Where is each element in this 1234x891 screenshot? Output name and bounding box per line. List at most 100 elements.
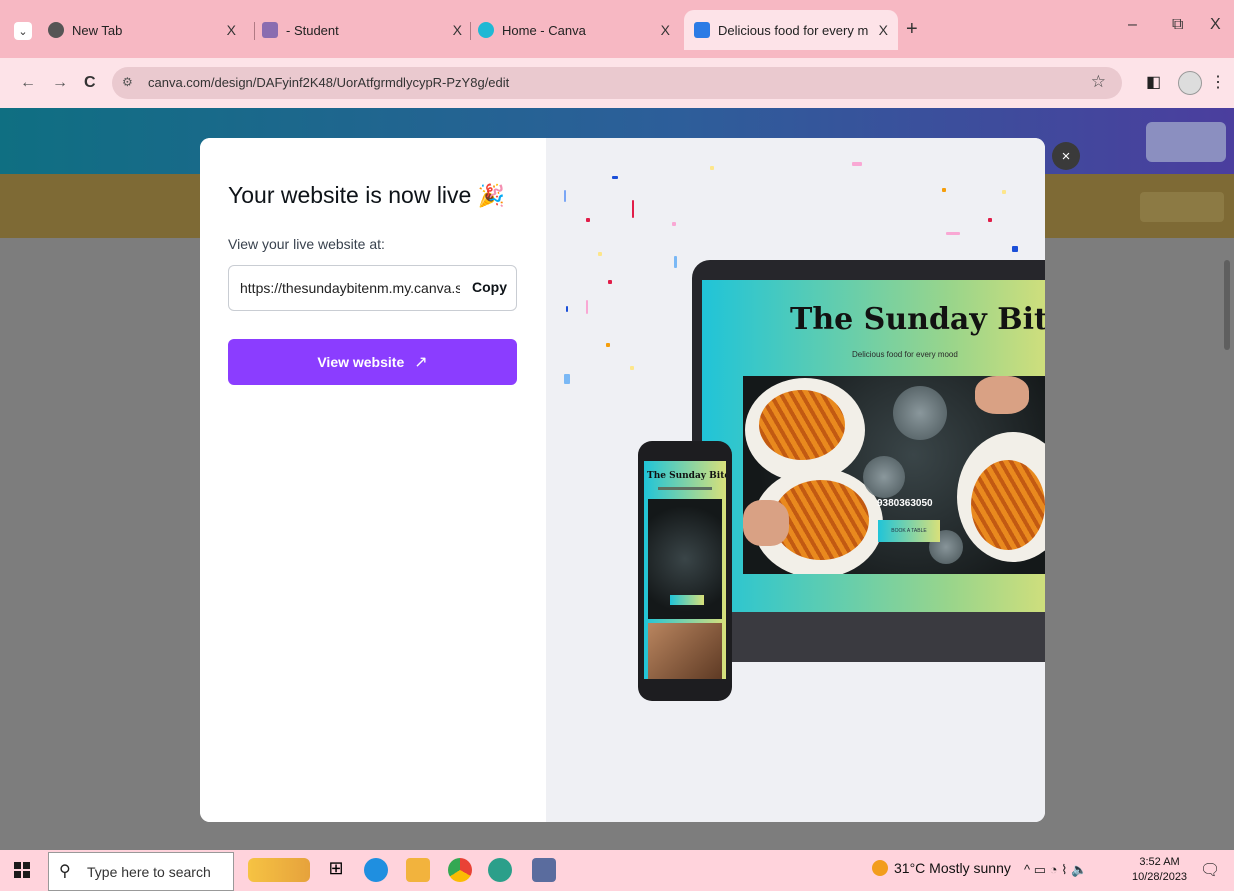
tab-strip: ⌄ New Tab X - Student X Home - Canva X D… <box>0 0 1234 58</box>
phone-number: 9380363050 <box>877 498 933 509</box>
dialog-info-panel: Your website is now live 🎉 View your liv… <box>200 138 546 822</box>
wifi-icon[interactable]: ⌇ <box>1061 862 1071 877</box>
chrome-icon[interactable] <box>448 858 472 882</box>
tab-delicious-food[interactable]: Delicious food for every mood X <box>684 10 898 50</box>
tab-separator <box>254 22 255 40</box>
phone-screen: The Sunday Bite <box>644 461 726 679</box>
edge-icon[interactable] <box>364 858 388 882</box>
window-close-button[interactable]: X <box>1210 16 1221 34</box>
windows-taskbar: ⚲ Type here to search ⊞ 31°C Mostly sunn… <box>0 850 1234 891</box>
external-arrow-icon: ↗ <box>414 354 428 371</box>
confetti <box>1002 190 1006 194</box>
confetti <box>564 190 566 202</box>
new-tab-button[interactable]: + <box>906 18 918 41</box>
phone-food-image <box>648 499 722 619</box>
confetti <box>1012 246 1018 252</box>
confetti <box>608 280 612 284</box>
laptop-screen: The Sunday Bite Delicious food for every… <box>702 280 1045 612</box>
sidebar-icon[interactable]: ◧ <box>1146 72 1161 92</box>
chevron-up-icon[interactable]: ^ <box>1024 862 1030 877</box>
glass <box>893 386 947 440</box>
website-icon <box>694 22 710 38</box>
website-preview-panel: The Sunday Bite Delicious food for every… <box>546 138 1045 822</box>
view-label: View your live website at: <box>228 236 385 252</box>
tab-close-icon[interactable]: X <box>453 22 462 38</box>
address-bar[interactable]: ⚙ canva.com/design/DAFyinf2K48/UorAtfgrm… <box>112 67 1122 99</box>
confetti <box>710 166 714 170</box>
bookmark-star-icon[interactable]: ☆ <box>1091 72 1106 92</box>
confetti <box>630 366 634 370</box>
confetti <box>586 218 590 222</box>
share-button-dimmed <box>1146 122 1226 162</box>
tab-close-icon[interactable]: X <box>661 22 670 38</box>
file-explorer-icon[interactable] <box>406 858 430 882</box>
battery-icon[interactable]: ▭ <box>1034 862 1050 877</box>
confetti <box>672 222 676 226</box>
dialog-close-button[interactable]: × <box>1052 142 1080 170</box>
site-info-icon[interactable]: ⚙ <box>122 75 133 89</box>
system-tray[interactable]: ^ ▭ ◔ ⌇ 🔈 <box>1024 862 1087 878</box>
url-text[interactable]: canva.com/design/DAFyinf2K48/UorAtfgrmdl… <box>148 75 509 90</box>
weather-sun-icon <box>872 860 888 876</box>
search-placeholder: Type here to search <box>87 864 211 880</box>
active-app-icon[interactable] <box>532 858 556 882</box>
tab-close-icon[interactable]: X <box>879 22 888 38</box>
view-website-button[interactable]: View website ↗ <box>228 339 517 385</box>
system-clock[interactable]: 3:52 AM 10/28/2023 <box>1132 855 1187 885</box>
dialog-title: Your website is now live 🎉 <box>228 182 506 208</box>
site-url-field[interactable]: https://thesundaybitenm.my.canva.si Copy <box>228 265 517 311</box>
tab-close-icon[interactable]: X <box>227 22 236 38</box>
laptop-mockup: The Sunday Bite Delicious food for every… <box>692 260 1045 662</box>
glass <box>863 456 905 498</box>
tab-student[interactable]: - Student X <box>262 10 472 50</box>
minimize-button[interactable]: – <box>1128 16 1137 34</box>
hand <box>743 500 789 546</box>
tab-new-tab[interactable]: New Tab X <box>48 10 246 50</box>
edit-design-button-dimmed <box>1140 192 1224 222</box>
tab-search-button[interactable]: ⌄ <box>14 22 32 40</box>
network-icon[interactable]: ◔ <box>1050 862 1061 877</box>
forward-icon[interactable]: → <box>52 74 68 92</box>
windows-start-icon[interactable] <box>14 862 30 878</box>
scrollbar[interactable] <box>1224 260 1230 350</box>
confetti <box>632 200 634 218</box>
volume-icon[interactable]: 🔈 <box>1071 862 1087 877</box>
phone-site-title: The Sunday Bite <box>647 471 726 481</box>
taskbar-search[interactable]: ⚲ Type here to search <box>48 852 234 891</box>
phone-tagline <box>658 487 712 490</box>
phone-mockup: The Sunday Bite <box>638 441 732 701</box>
profile-avatar[interactable] <box>1178 71 1202 95</box>
reload-icon[interactable]: C <box>84 74 96 92</box>
task-view-icon[interactable]: ⊞ <box>324 858 348 882</box>
confetti <box>988 218 992 222</box>
laptop-base <box>702 612 1045 662</box>
weather-widget[interactable]: 31°C Mostly sunny <box>872 860 1011 876</box>
tab-home-canva[interactable]: Home - Canva X <box>478 10 680 50</box>
confetti <box>674 256 677 268</box>
site-title: The Sunday Bite <box>790 302 1045 337</box>
fries <box>971 460 1045 550</box>
phone-burger-image <box>648 623 722 679</box>
back-icon[interactable]: ← <box>20 74 36 92</box>
confetti <box>586 300 588 314</box>
book-table-button: BOOK A TABLE <box>878 520 940 542</box>
confetti <box>566 306 568 312</box>
search-highlight-icon[interactable] <box>248 858 310 882</box>
fries <box>759 390 845 460</box>
chrome-profile-icon[interactable] <box>488 858 512 882</box>
site-url-text[interactable]: https://thesundaybitenm.my.canva.si <box>240 280 460 296</box>
student-icon <box>262 22 278 38</box>
food-hero-image: 9380363050 BOOK A TABLE <box>743 376 1045 574</box>
party-popper-icon: 🎉 <box>477 183 506 208</box>
website-live-dialog: Your website is now live 🎉 View your liv… <box>200 138 1045 822</box>
menu-icon[interactable]: ⋮ <box>1210 72 1226 92</box>
confetti <box>598 252 602 256</box>
tab-separator <box>470 22 471 40</box>
search-icon: ⚲ <box>59 863 71 880</box>
restore-button[interactable]: ⧉ <box>1172 16 1183 34</box>
confetti <box>942 188 946 192</box>
phone-book-button <box>670 595 704 605</box>
notification-icon[interactable]: 🗨 <box>1200 860 1220 880</box>
copy-button[interactable]: Copy <box>472 279 507 295</box>
confetti <box>606 343 610 347</box>
